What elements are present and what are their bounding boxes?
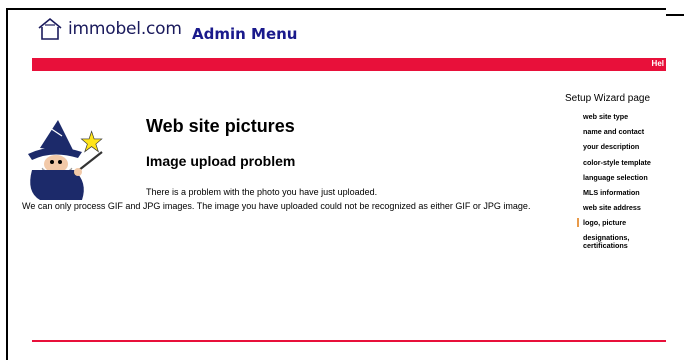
wizard-item-name-and-contact[interactable]: name and contact: [583, 124, 683, 139]
wizard-item-language-selection[interactable]: language selection: [583, 170, 683, 185]
wizard-item-logo-picture[interactable]: logo, picture: [577, 215, 683, 230]
help-link[interactable]: Hel: [652, 59, 664, 68]
site-logo[interactable]: immobel.com: [36, 16, 182, 42]
wizard-item-mls-information[interactable]: MLS information: [583, 185, 683, 200]
setup-wizard-title: Setup Wizard page: [565, 93, 651, 104]
error-message-line1: There is a problem with the photo you ha…: [146, 187, 378, 197]
wizard-item-your-description[interactable]: your description: [583, 139, 683, 154]
frame-border-right-stub: [666, 14, 684, 16]
logo-text: immobel.com: [68, 19, 182, 39]
footer-red-line: [32, 340, 666, 342]
wizard-item-designations-label: designations, certifications: [583, 232, 630, 250]
frame-border-left: [6, 8, 8, 360]
wizard-item-web-site-type[interactable]: web site type: [583, 109, 683, 124]
header-red-bar: Hel: [32, 58, 666, 71]
error-message-detail: We can only process GIF and JPG images. …: [22, 201, 531, 211]
house-logo-icon: [38, 17, 62, 40]
page-heading: Web site pictures: [146, 116, 295, 136]
error-subheading: Image upload problem: [146, 153, 296, 169]
frame-border-top: [6, 8, 666, 10]
admin-menu-title: Admin Menu: [192, 25, 298, 43]
wizard-item-web-site-address[interactable]: web site address: [583, 200, 683, 215]
wizard-illustration: [28, 120, 103, 200]
setup-wizard-menu: web site type name and contact your desc…: [577, 109, 683, 250]
wizard-item-designations-certifications[interactable]: designations, certifications: [583, 231, 683, 250]
wizard-item-color-style-template[interactable]: color-style template: [583, 155, 683, 170]
